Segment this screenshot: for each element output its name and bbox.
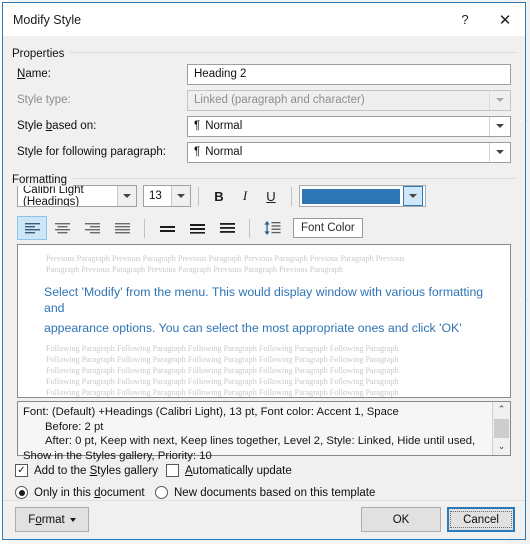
automatically-update-checkbox[interactable] bbox=[166, 464, 179, 477]
group-divider bbox=[12, 178, 516, 179]
caret-down-icon bbox=[69, 517, 76, 522]
style-following-value: Normal bbox=[205, 146, 243, 158]
preview-following-line: Following Paragraph Following Paragraph … bbox=[46, 355, 399, 364]
new-documents-radio-row[interactable]: New documents based on this template bbox=[155, 486, 375, 499]
chevron-down-icon[interactable] bbox=[117, 186, 136, 206]
style-description-text: Font: (Default) +Headings (Calibri Light… bbox=[18, 402, 492, 462]
dialog-body: Properties Name: Heading 2 Style type: L… bbox=[3, 36, 525, 539]
only-this-document-radio-row[interactable]: Only in this document bbox=[15, 486, 145, 499]
dialog-titlebar[interactable]: Modify Style ? ✕ bbox=[3, 3, 525, 36]
automatically-update-checkbox-row[interactable]: Automatically update bbox=[166, 464, 292, 477]
scroll-down-icon[interactable]: ⌄ bbox=[493, 440, 510, 455]
font-size-value: 13 bbox=[149, 190, 162, 202]
automatically-update-label: Automatically update bbox=[185, 464, 292, 477]
add-to-gallery-label: Add to the Styles gallery bbox=[34, 464, 159, 477]
line-spacing-single-button[interactable] bbox=[152, 216, 182, 240]
description-line: Font: (Default) +Headings (Calibri Light… bbox=[23, 406, 399, 418]
preview-following-line: Following Paragraph Following Paragraph … bbox=[46, 344, 399, 353]
preview-previous-line: Previous Paragraph Previous Paragraph Pr… bbox=[46, 254, 405, 263]
preview-following-line: Following Paragraph Following Paragraph … bbox=[46, 388, 399, 397]
align-center-button[interactable] bbox=[47, 216, 77, 240]
bold-button[interactable]: B bbox=[206, 185, 232, 208]
line-spacing-double-button[interactable] bbox=[212, 216, 242, 240]
chevron-down-icon[interactable] bbox=[489, 142, 510, 162]
description-line: Show in the Styles gallery, Priority: 10 bbox=[23, 449, 212, 462]
style-type-dropdown: Linked (paragraph and character) bbox=[187, 89, 511, 111]
new-documents-label: New documents based on this template bbox=[174, 486, 376, 499]
style-based-on-dropdown[interactable]: ¶ Normal bbox=[187, 115, 511, 137]
cancel-button-label: Cancel bbox=[450, 511, 512, 528]
style-following-label: Style for following paragraph: bbox=[17, 146, 166, 158]
only-this-document-radio[interactable] bbox=[15, 486, 28, 499]
ok-button[interactable]: OK bbox=[361, 507, 441, 532]
preview-previous-line: Paragraph Previous Paragraph Previous Pa… bbox=[46, 265, 343, 274]
font-color-tooltip: Font Color bbox=[293, 218, 363, 238]
pilcrow-icon: ¶ bbox=[194, 120, 201, 132]
description-line: After: 0 pt, Keep with next, Keep lines … bbox=[45, 435, 476, 447]
help-icon[interactable]: ? bbox=[445, 3, 485, 36]
chevron-down-icon[interactable] bbox=[171, 186, 190, 206]
dialog-title: Modify Style bbox=[13, 12, 82, 27]
properties-group-label: Properties bbox=[12, 48, 71, 60]
font-toolbar: Calibri Light (Headings) 13 B I U bbox=[17, 184, 426, 208]
description-line: Before: 2 pt bbox=[45, 420, 104, 433]
name-row: Name: Heading 2 bbox=[17, 63, 511, 85]
style-type-label: Style type: bbox=[17, 94, 71, 106]
style-type-row: Style type: Linked (paragraph and charac… bbox=[17, 89, 511, 111]
toolbar-separator bbox=[144, 218, 145, 238]
font-size-combo[interactable]: 13 bbox=[143, 185, 191, 207]
formatting-group-label: Formatting bbox=[12, 174, 73, 186]
style-following-dropdown[interactable]: ¶ Normal bbox=[187, 141, 511, 163]
group-divider bbox=[12, 52, 516, 53]
preview-following-line: Following Paragraph Following Paragraph … bbox=[46, 377, 399, 386]
font-color-swatch[interactable] bbox=[302, 188, 400, 204]
pilcrow-icon: ¶ bbox=[194, 146, 201, 158]
font-family-combo[interactable]: Calibri Light (Headings) bbox=[17, 185, 137, 207]
close-icon[interactable]: ✕ bbox=[485, 3, 525, 36]
scroll-up-icon[interactable]: ⌃ bbox=[493, 402, 510, 417]
style-based-on-label: Style based on: bbox=[17, 120, 97, 132]
preview-sample-line: Select 'Modify' from the menu. This woul… bbox=[44, 285, 484, 315]
add-to-gallery-checkbox[interactable]: ✓ bbox=[15, 464, 28, 477]
name-input[interactable]: Heading 2 bbox=[187, 63, 511, 85]
preview-following-block: Following Paragraph Following Paragraph … bbox=[18, 343, 510, 397]
description-scrollbar[interactable]: ⌃ ⌄ bbox=[492, 402, 510, 455]
align-justify-button[interactable] bbox=[107, 216, 137, 240]
format-button[interactable]: Format bbox=[15, 507, 89, 532]
style-type-value: Linked (paragraph and character) bbox=[194, 94, 365, 106]
paragraph-spacing-button[interactable] bbox=[257, 216, 287, 240]
chevron-down-icon bbox=[489, 90, 510, 110]
preview-sample-line: appearance options. You can select the m… bbox=[44, 321, 462, 335]
underline-button[interactable]: U bbox=[258, 185, 284, 208]
new-documents-radio[interactable] bbox=[155, 486, 168, 499]
toolbar-separator bbox=[198, 186, 199, 206]
style-description-box: Font: (Default) +Headings (Calibri Light… bbox=[17, 401, 511, 462]
font-color-dropdown-arrow[interactable] bbox=[403, 186, 423, 206]
properties-group-header: Properties bbox=[12, 44, 516, 62]
align-right-button[interactable] bbox=[77, 216, 107, 240]
align-left-button[interactable] bbox=[17, 216, 47, 240]
titlebar-buttons: ? ✕ bbox=[445, 3, 525, 36]
name-input-value: Heading 2 bbox=[194, 68, 247, 80]
only-this-document-label: Only in this document bbox=[34, 486, 145, 499]
format-button-label: Format bbox=[28, 513, 65, 526]
add-to-gallery-checkbox-row[interactable]: ✓ Add to the Styles gallery bbox=[15, 464, 158, 477]
name-label: Name: bbox=[17, 68, 51, 80]
style-based-on-row: Style based on: ¶ Normal bbox=[17, 115, 511, 137]
chevron-down-icon[interactable] bbox=[489, 116, 510, 136]
modify-style-dialog: Modify Style ? ✕ Properties Name: Headin… bbox=[2, 2, 526, 540]
preview-following-line: Following Paragraph Following Paragraph … bbox=[46, 366, 399, 375]
cancel-button[interactable]: Cancel bbox=[447, 507, 515, 532]
font-color-picker[interactable] bbox=[299, 185, 426, 207]
dialog-footer: Format OK Cancel bbox=[3, 500, 525, 539]
toolbar-separator bbox=[291, 186, 292, 206]
style-preview-pane: Previous Paragraph Previous Paragraph Pr… bbox=[17, 244, 511, 398]
scrollbar-thumb[interactable] bbox=[494, 419, 509, 438]
style-based-on-value: Normal bbox=[205, 120, 243, 132]
style-following-row: Style for following paragraph: ¶ Normal bbox=[17, 141, 511, 163]
line-spacing-one-and-half-button[interactable] bbox=[182, 216, 212, 240]
toolbar-separator bbox=[249, 218, 250, 238]
italic-button[interactable]: I bbox=[232, 185, 258, 208]
